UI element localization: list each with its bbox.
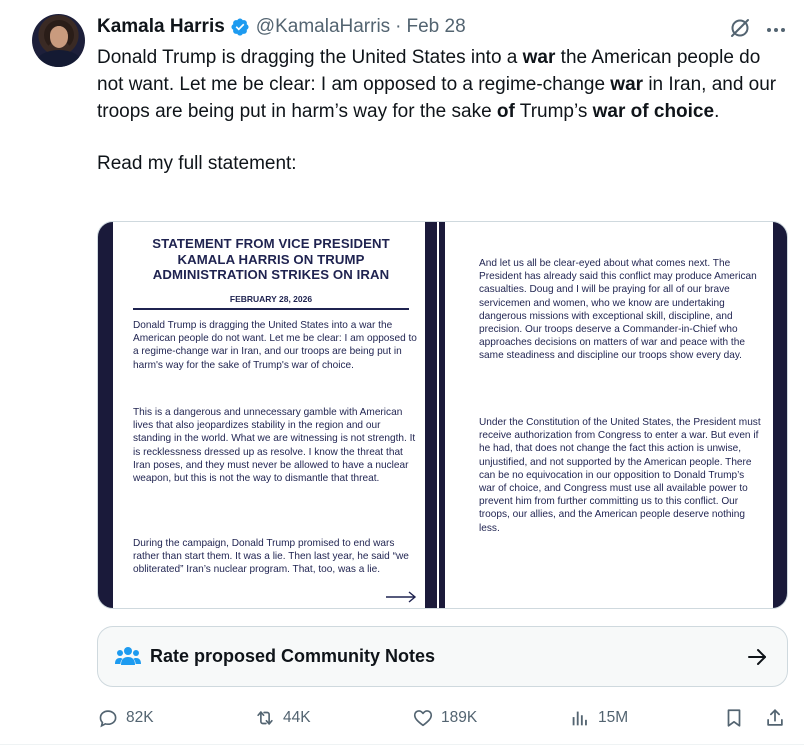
separator-dot: · — [395, 16, 402, 37]
community-notes-label: Rate proposed Community Notes — [150, 646, 436, 666]
title-divider — [133, 308, 409, 310]
read-more-text: Read my full statement: — [97, 153, 297, 174]
statement-date: FEBRUARY 28, 2026 — [229, 294, 313, 304]
share-button[interactable] — [764, 704, 793, 732]
bookmark-icon — [727, 709, 741, 727]
reply-button[interactable]: 82K — [97, 704, 154, 732]
repost-count: 44K — [283, 709, 311, 726]
reply-count: 82K — [126, 709, 154, 726]
arrow-right-icon — [746, 646, 768, 668]
views-count: 15M — [598, 709, 629, 726]
views-icon — [572, 711, 587, 726]
statement-page-left: STATEMENT FROM VICE PRESIDENT KAMALA HAR… — [113, 222, 425, 608]
tweet: Kamala Harris @KamalaHarris · Feb 28 Don… — [0, 0, 804, 748]
tweet-divider — [0, 744, 804, 745]
statement-image[interactable]: STATEMENT FROM VICE PRESIDENT KAMALA HAR… — [97, 221, 788, 609]
share-icon — [767, 709, 783, 726]
tweet-date[interactable]: Feb 28 — [407, 16, 466, 38]
like-count: 189K — [441, 709, 478, 726]
avatar[interactable] — [32, 14, 85, 67]
statement-paragraph: And let us all be clear-eyed about what … — [479, 258, 757, 362]
heart-icon — [413, 710, 433, 727]
statement-page-right: And let us all be clear-eyed about what … — [445, 222, 773, 608]
tweet-header: Kamala Harris @KamalaHarris · Feb 28 — [97, 14, 466, 40]
statement-paragraph: During the campaign, Donald Trump promis… — [133, 538, 409, 576]
author-handle[interactable]: @KamalaHarris — [256, 16, 390, 38]
verified-badge-icon — [230, 17, 250, 37]
views-button[interactable]: 15M — [569, 704, 628, 732]
people-icon — [115, 645, 141, 667]
repost-button[interactable]: 44K — [254, 704, 311, 732]
statement-paragraph: Under the Constitution of the United Sta… — [479, 417, 761, 534]
arrow-right-icon — [385, 590, 417, 604]
more-options-icon[interactable] — [764, 18, 788, 42]
repost-icon — [257, 711, 273, 725]
statement-title: STATEMENT FROM VICE PRESIDENT KAMALA HAR… — [152, 236, 390, 282]
statement-paragraph: Donald Trump is dragging the United Stat… — [133, 320, 417, 371]
author-name[interactable]: Kamala Harris — [97, 16, 225, 38]
page-divider — [425, 222, 445, 608]
grok-icon[interactable] — [728, 16, 752, 40]
statement-paragraph: This is a dangerous and unnecessary gamb… — [133, 407, 416, 485]
tweet-paragraph: Donald Trump is dragging the United Stat… — [97, 47, 777, 122]
reply-icon — [99, 710, 117, 728]
bookmark-button[interactable] — [723, 704, 752, 732]
tweet-text: Donald Trump is dragging the United Stat… — [97, 44, 787, 177]
community-notes-button[interactable]: Rate proposed Community Notes — [97, 626, 788, 687]
like-button[interactable]: 189K — [412, 704, 477, 732]
action-bar: 82K 44K 189K 15M — [97, 704, 797, 732]
